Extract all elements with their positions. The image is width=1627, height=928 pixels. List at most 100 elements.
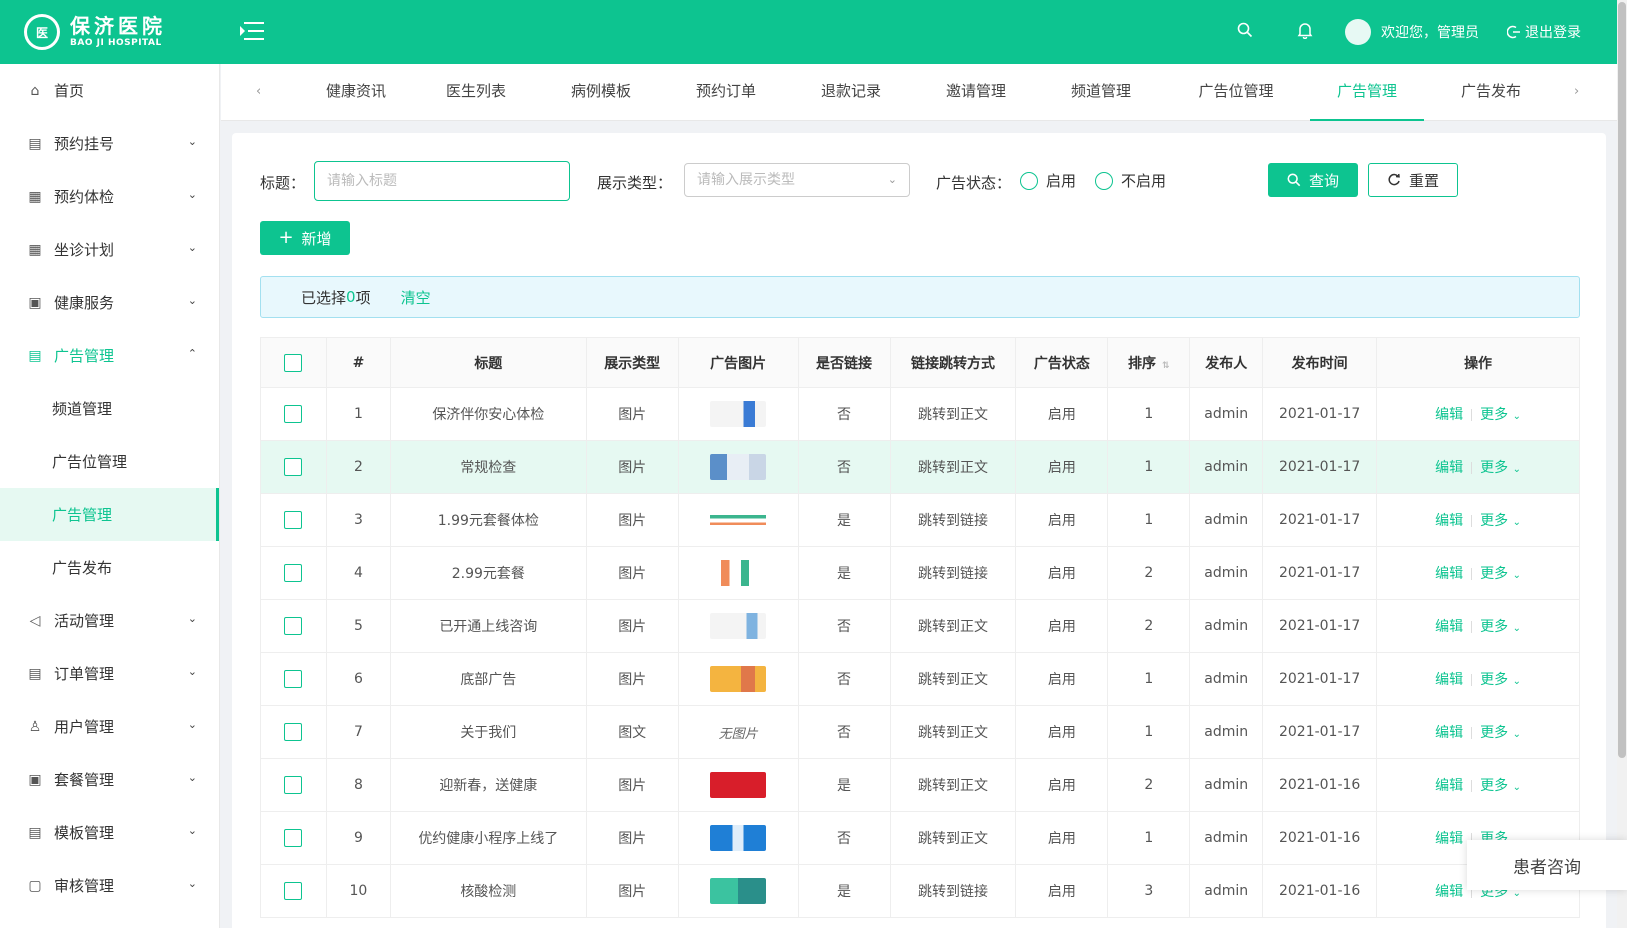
more-dropdown[interactable]: 更多 ⌄ — [1480, 407, 1521, 423]
table-row[interactable]: 10 核酸检测 图片是跳转到链接 启用 3 admin 2021-01-16 编辑 更多 ⌄ — [260, 864, 1580, 918]
sidebar-item-register[interactable]: ▤ 预约挂号 ⌄ — [0, 117, 219, 170]
avatar[interactable] — [1345, 19, 1371, 45]
tab-case-template[interactable]: 病例模板 — [546, 64, 656, 121]
table-row[interactable]: 5 已开通上线咨询 图片 否跳转到正文 启用 2 admin 2021-01-17 编辑 更多 ⌄ — [260, 599, 1580, 653]
ad-thumbnail[interactable] — [710, 878, 767, 904]
tab-booking-orders[interactable]: 预约订单 — [671, 64, 781, 121]
row-checkbox[interactable] — [284, 458, 303, 476]
tab-refund-records[interactable]: 退款记录 — [796, 64, 906, 121]
sidebar-item-templates[interactable]: ▤ 模板管理 ⌄ — [0, 806, 219, 859]
edit-link[interactable]: 编辑 — [1435, 619, 1463, 635]
sidebar-item-home[interactable]: ⌂ 首页 — [0, 64, 219, 117]
row-checkbox[interactable] — [284, 511, 303, 529]
sidebar-item-activity[interactable]: ◁ 活动管理 ⌄ — [0, 594, 219, 647]
sidebar-subitem-ad-manage[interactable]: 广告管理 — [0, 488, 219, 541]
edit-link[interactable]: 编辑 — [1435, 407, 1463, 423]
edit-link[interactable]: 编辑 — [1435, 566, 1463, 582]
select-all-checkbox[interactable] — [284, 353, 303, 372]
sort-icon[interactable]: ⇅ — [1162, 361, 1170, 371]
ad-thumbnail[interactable] — [710, 613, 767, 639]
menu-toggle-icon[interactable] — [240, 20, 264, 42]
table-row[interactable]: 6 底部广告 图片 否跳转到正文 启用 1 admin 2021-01-17 编辑 更多 ⌄ — [260, 652, 1580, 706]
tab-ad-publish[interactable]: 广告发布 — [1436, 64, 1546, 121]
table-row[interactable]: 8 迎新春，送健康 图片 是跳转到正文 启用 2 admin 2021-01-16 编辑 更多 ⌄ — [260, 758, 1580, 812]
row-checkbox[interactable] — [284, 405, 303, 423]
tab-scroll-right-icon[interactable]: › — [1574, 84, 1579, 99]
more-dropdown[interactable]: 更多 ⌄ — [1480, 566, 1521, 582]
bell-icon[interactable] — [1275, 22, 1335, 43]
ad-thumbnail[interactable] — [710, 772, 767, 798]
tab-channel-manage[interactable]: 频道管理 — [1046, 64, 1156, 121]
ad-thumbnail[interactable] — [710, 454, 767, 480]
ad-thumbnail[interactable] — [710, 560, 767, 586]
table-row[interactable]: 4 2.99元套餐 图片 是跳转到链接 启用 2 admin 2021-01-17 编辑 更多 ⌄ — [260, 546, 1580, 600]
reset-button[interactable]: 重置 — [1368, 163, 1458, 197]
row-checkbox[interactable] — [284, 776, 303, 794]
row-checkbox[interactable] — [284, 564, 303, 582]
row-checkbox[interactable] — [284, 882, 303, 900]
more-dropdown[interactable]: 更多 ⌄ — [1480, 672, 1521, 688]
cell-jump: 跳转到链接 — [889, 493, 1017, 547]
sidebar-item-schedule[interactable]: ▦ 坐诊计划 ⌄ — [0, 223, 219, 276]
sidebar-subitem-ad-publish[interactable]: 广告发布 — [0, 541, 219, 594]
page-scrollbar[interactable] — [1617, 0, 1627, 928]
tab-doctor-list[interactable]: 医生列表 — [421, 64, 531, 121]
row-checkbox[interactable] — [284, 723, 303, 741]
row-checkbox[interactable] — [284, 670, 303, 688]
ad-thumbnail[interactable] — [710, 666, 767, 692]
sidebar-item-packages[interactable]: ▣ 套餐管理 ⌄ — [0, 753, 219, 806]
edit-link[interactable]: 编辑 — [1435, 460, 1463, 476]
tab-scroll-left-icon[interactable]: ‹ — [256, 84, 261, 99]
chevron-down-icon: ⌄ — [187, 241, 197, 254]
more-dropdown[interactable]: 更多 ⌄ — [1480, 778, 1521, 794]
divider — [1471, 409, 1473, 421]
more-dropdown[interactable]: 更多 ⌄ — [1480, 460, 1521, 476]
sidebar-item-review[interactable]: ▢ 审核管理 ⌄ — [0, 859, 219, 912]
tab-invite-manage[interactable]: 邀请管理 — [921, 64, 1031, 121]
table-row[interactable]: 1 保济伴你安心体检 图片否跳转到正文 启用 1 admin 2021-01-17 编辑 更多 … — [260, 387, 1580, 441]
more-dropdown[interactable]: 更多 ⌄ — [1480, 619, 1521, 635]
sidebar-subitem-ad-slot[interactable]: 广告位管理 — [0, 435, 219, 488]
logout-button[interactable]: 退出登录 — [1507, 22, 1581, 42]
edit-link[interactable]: 编辑 — [1435, 513, 1463, 529]
more-dropdown[interactable]: 更多 ⌄ — [1480, 513, 1521, 529]
ad-thumbnail[interactable] — [710, 401, 767, 427]
tab-ad-slot[interactable]: 广告位管理 — [1176, 64, 1296, 121]
cell-type: 图片 — [585, 811, 679, 865]
more-dropdown[interactable]: 更多 ⌄ — [1480, 725, 1521, 741]
edit-link[interactable]: 编辑 — [1435, 778, 1463, 794]
patient-consult-button[interactable]: 患者咨询 — [1467, 840, 1627, 890]
row-checkbox[interactable] — [284, 617, 303, 635]
ad-thumbnail[interactable] — [710, 507, 767, 533]
table-row[interactable]: 7 关于我们 图文 无图片 否跳转到正文 启用 1 admin 2021-01-17 编辑 更多 ⌄ — [260, 705, 1580, 759]
col-order[interactable]: 排序 ⇅ — [1107, 337, 1191, 388]
type-select[interactable]: 请输入展示类型 ⌄ — [684, 163, 910, 197]
table-row[interactable]: 2 常规检查 图片 否跳转到正文 启用 1 admin 2021-01-17 编辑 更多 ⌄ — [260, 440, 1580, 494]
sidebar-item-checkup[interactable]: ▦ 预约体检 ⌄ — [0, 170, 219, 223]
clear-selection-link[interactable]: 清空 — [401, 287, 431, 308]
scrollbar-thumb[interactable] — [1618, 2, 1626, 758]
sidebar-item-orders[interactable]: ▤ 订单管理 ⌄ — [0, 647, 219, 700]
edit-link[interactable]: 编辑 — [1435, 672, 1463, 688]
row-checkbox[interactable] — [284, 829, 303, 847]
sidebar-item-users[interactable]: ♙ 用户管理 ⌄ — [0, 700, 219, 753]
sidebar-item-health[interactable]: ▣ 健康服务 ⌄ — [0, 276, 219, 329]
table-row[interactable]: 3 1.99元套餐体检 图片 是跳转到链接 启用 1 admin 2021-01-17 编辑 更多… — [260, 493, 1580, 547]
add-button[interactable]: + 新增 — [260, 221, 350, 255]
status-on-radio[interactable]: 启用 — [1020, 170, 1076, 191]
title-input[interactable] — [314, 161, 570, 201]
ad-thumbnail[interactable] — [710, 825, 767, 851]
search-button[interactable]: 查询 — [1268, 163, 1358, 197]
table-row[interactable]: 9 优约健康小程序上线了 图片否跳转到正文 启用 1 admin 2021-01-16 编辑更… — [260, 811, 1580, 865]
tab-health-news[interactable]: 健康资讯 — [301, 64, 411, 121]
tab-ad-manage[interactable]: 广告管理 — [1310, 64, 1424, 121]
sidebar-item-ads[interactable]: ▤ 广告管理 ⌃ — [0, 329, 219, 382]
hospital-logo[interactable]: 医 保济医院 BAO JI HOSPITAL — [24, 14, 166, 50]
edit-link[interactable]: 编辑 — [1435, 725, 1463, 741]
cell-index: 10 — [325, 864, 391, 918]
status-off-radio[interactable]: 不启用 — [1095, 170, 1166, 191]
edit-link[interactable]: 编辑 — [1435, 884, 1463, 900]
sidebar-subitem-channel[interactable]: 频道管理 — [0, 382, 219, 435]
search-icon[interactable] — [1215, 22, 1275, 42]
edit-link[interactable]: 编辑 — [1435, 831, 1463, 847]
